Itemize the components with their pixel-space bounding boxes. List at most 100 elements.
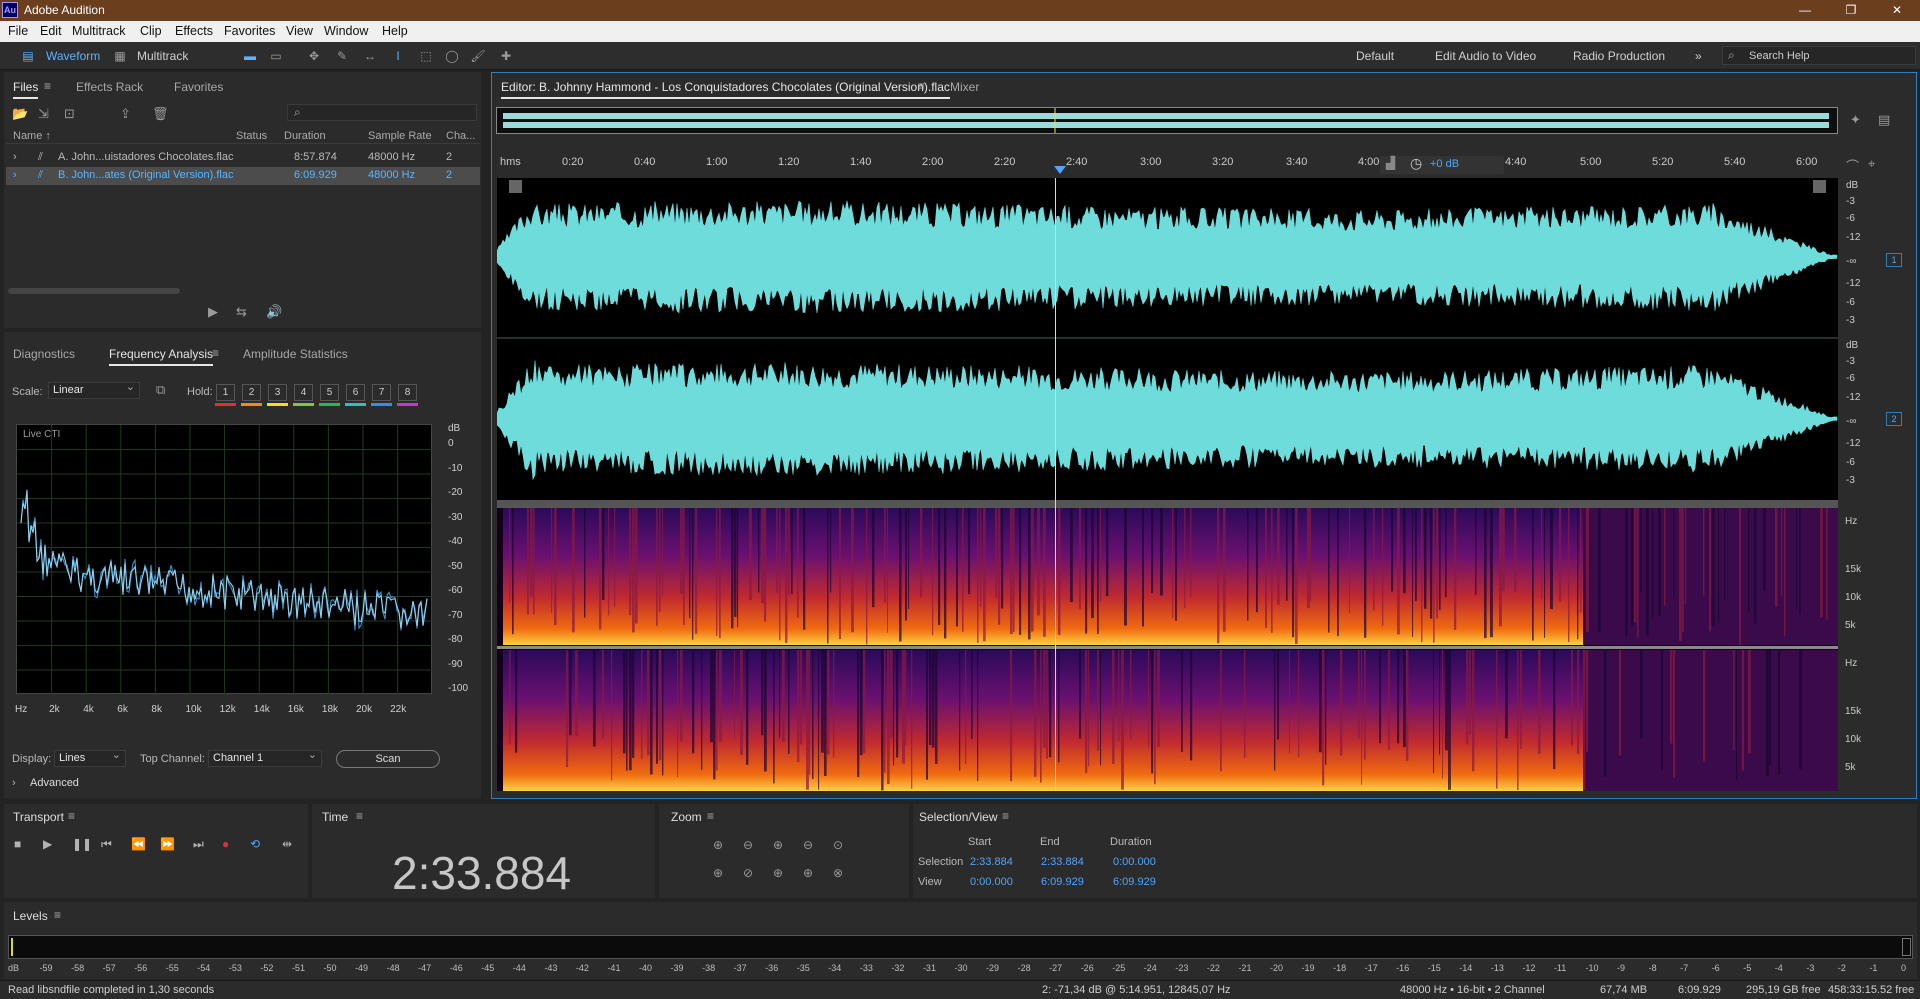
tab-favorites[interactable]: Favorites bbox=[174, 80, 223, 94]
move-tool-icon[interactable]: ✥ bbox=[306, 49, 322, 63]
menu-file[interactable]: File bbox=[8, 24, 28, 38]
waveform-view-button[interactable]: Waveform bbox=[46, 49, 100, 63]
playhead-marker[interactable] bbox=[1054, 166, 1066, 174]
slip-tool-icon[interactable]: ↔ bbox=[362, 49, 378, 63]
skip-to-end-icon[interactable]: ⏭ bbox=[193, 837, 204, 852]
editor-tab[interactable]: Editor: B. Johnny Hammond - Los Conquist… bbox=[501, 80, 950, 99]
time-ruler[interactable] bbox=[496, 152, 1839, 178]
files-scrollbar[interactable] bbox=[8, 288, 180, 294]
tab-files[interactable]: Files bbox=[13, 80, 39, 99]
levels-menu-icon[interactable]: ≡ bbox=[54, 908, 61, 922]
zoom-selection-right-icon[interactable]: ⊕ bbox=[803, 866, 813, 880]
col-status[interactable]: Status bbox=[236, 130, 267, 142]
hold-button-7[interactable]: 7 bbox=[372, 384, 391, 401]
selection-start[interactable]: 2:33.884 bbox=[970, 856, 1013, 868]
tab-amplitude-statistics[interactable]: Amplitude Statistics bbox=[243, 347, 348, 361]
zoom-reset-icon[interactable]: ⊗ bbox=[833, 866, 843, 880]
overview-navigator[interactable] bbox=[496, 107, 1838, 134]
top-channel-dropdown[interactable]: Channel 1 bbox=[208, 748, 322, 767]
selection-end[interactable]: 2:33.884 bbox=[1041, 856, 1084, 868]
zoom-in-time-icon[interactable]: ⊕ bbox=[773, 838, 783, 852]
file-row-selected[interactable]: › ⫽ B. John...ates (Original Version).fl… bbox=[6, 167, 480, 185]
brush-tool-icon[interactable]: 🖌 bbox=[470, 49, 486, 63]
zoom-in-amplitude-icon[interactable]: ⊕ bbox=[713, 838, 723, 852]
delete-file-icon[interactable]: 🗑 bbox=[152, 106, 169, 122]
selection-duration[interactable]: 0:00.000 bbox=[1113, 856, 1156, 868]
record-icon[interactable]: ● bbox=[222, 837, 229, 851]
lock-view-icon[interactable]: ⧉ bbox=[156, 382, 165, 398]
expand-icon[interactable]: › bbox=[13, 169, 17, 181]
hold-button-6[interactable]: 6 bbox=[346, 384, 365, 401]
workspace-default[interactable]: Default bbox=[1356, 49, 1394, 63]
time-display[interactable]: 2:33.884 bbox=[392, 846, 571, 900]
menu-view[interactable]: View bbox=[286, 24, 313, 38]
transport-menu-icon[interactable]: ≡ bbox=[68, 809, 75, 823]
show-spectral-icon[interactable]: ▭ bbox=[268, 49, 284, 63]
tab-effects-rack[interactable]: Effects Rack bbox=[76, 80, 143, 94]
panel-options-icon[interactable]: ▤ bbox=[1878, 112, 1890, 128]
selection-menu-icon[interactable]: ≡ bbox=[1002, 809, 1009, 823]
search-help-field[interactable]: ⌕ Search Help bbox=[1722, 46, 1916, 65]
col-sample-rate[interactable]: Sample Rate bbox=[368, 130, 432, 142]
scale-dropdown[interactable]: Linear bbox=[48, 380, 140, 399]
play-file-icon[interactable]: ▶ bbox=[208, 304, 218, 320]
close-button[interactable]: ✕ bbox=[1874, 0, 1920, 21]
skip-selection-icon[interactable]: ⇹ bbox=[282, 837, 292, 851]
autoplay-icon[interactable]: 🔊 bbox=[266, 304, 282, 320]
zoom-lock-icon[interactable]: ⌒ bbox=[1846, 156, 1859, 175]
spectral-display[interactable] bbox=[497, 508, 1838, 791]
tab-diagnostics[interactable]: Diagnostics bbox=[13, 347, 75, 361]
time-menu-icon[interactable]: ≡ bbox=[356, 809, 363, 823]
display-dropdown[interactable]: Lines bbox=[54, 748, 126, 767]
menu-help[interactable]: Help bbox=[382, 24, 408, 38]
waveform-tr-icon[interactable] bbox=[1813, 180, 1826, 193]
time-selection-tool-icon[interactable]: I bbox=[390, 49, 406, 63]
open-file-icon[interactable]: 📂 bbox=[12, 106, 28, 122]
play-icon[interactable]: ▶ bbox=[43, 837, 52, 851]
hold-button-4[interactable]: 4 bbox=[294, 384, 313, 401]
workspace-radio-production[interactable]: Radio Production bbox=[1573, 49, 1665, 63]
show-waveform-icon[interactable]: ▬ bbox=[242, 49, 258, 63]
tab-frequency-analysis[interactable]: Frequency Analysis bbox=[109, 347, 214, 366]
editor-menu-icon[interactable]: ≡ bbox=[918, 79, 925, 93]
zoom-out-full-icon[interactable]: ⊙ bbox=[833, 838, 843, 852]
spot-healing-tool-icon[interactable]: ✚ bbox=[498, 49, 514, 63]
zoom-in-point-icon[interactable]: ⊕ bbox=[713, 866, 723, 880]
menu-edit[interactable]: Edit bbox=[40, 24, 62, 38]
view-end[interactable]: 6:09.929 bbox=[1041, 876, 1084, 888]
hold-button-2[interactable]: 2 bbox=[242, 384, 261, 401]
pause-icon[interactable]: ❚❚ bbox=[72, 837, 92, 851]
restore-button[interactable]: ❐ bbox=[1828, 0, 1874, 21]
clip-indicator[interactable] bbox=[1902, 938, 1911, 956]
col-duration[interactable]: Duration bbox=[284, 130, 326, 142]
view-duration[interactable]: 6:09.929 bbox=[1113, 876, 1156, 888]
hold-button-1[interactable]: 1 bbox=[216, 384, 235, 401]
mixer-tab[interactable]: Mixer bbox=[950, 80, 979, 94]
razor-tool-icon[interactable]: ✎ bbox=[334, 49, 350, 63]
expand-icon[interactable]: › bbox=[13, 151, 17, 163]
zoom-menu-icon[interactable]: ≡ bbox=[707, 809, 714, 823]
rewind-icon[interactable]: ⏪ bbox=[131, 837, 146, 851]
channel-2-toggle[interactable]: 2 bbox=[1886, 412, 1902, 426]
skip-to-start-icon[interactable]: ⏮ bbox=[101, 837, 112, 852]
advanced-section[interactable]: Advanced bbox=[30, 777, 79, 789]
menu-effects[interactable]: Effects bbox=[175, 24, 213, 38]
multitrack-view-button[interactable]: Multitrack bbox=[137, 49, 188, 63]
hud-volume[interactable]: ▟ ◷ +0 dB bbox=[1380, 155, 1504, 174]
menu-multitrack[interactable]: Multitrack bbox=[72, 24, 125, 38]
loop-file-icon[interactable]: ⇆ bbox=[236, 304, 247, 320]
zoom-out-amplitude-icon[interactable]: ⊖ bbox=[743, 838, 753, 852]
zoom-selection-left-icon[interactable]: ⊕ bbox=[773, 866, 783, 880]
marquee-tool-icon[interactable]: ⬚ bbox=[418, 49, 434, 63]
hold-button-3[interactable]: 3 bbox=[268, 384, 287, 401]
pin-icon[interactable]: ⌖ bbox=[1868, 156, 1875, 172]
spectral-divider[interactable] bbox=[497, 500, 1838, 508]
lasso-tool-icon[interactable]: ◯ bbox=[444, 49, 460, 63]
waveform-tl-icon[interactable] bbox=[509, 180, 522, 193]
minimize-button[interactable]: — bbox=[1782, 0, 1828, 21]
fast-forward-icon[interactable]: ⏩ bbox=[160, 837, 175, 851]
scan-button[interactable]: Scan bbox=[336, 750, 440, 768]
workspace-edit-audio-to-video[interactable]: Edit Audio to Video bbox=[1435, 49, 1536, 63]
view-start[interactable]: 0:00.000 bbox=[970, 876, 1013, 888]
channel-1-toggle[interactable]: 1 bbox=[1886, 253, 1902, 267]
